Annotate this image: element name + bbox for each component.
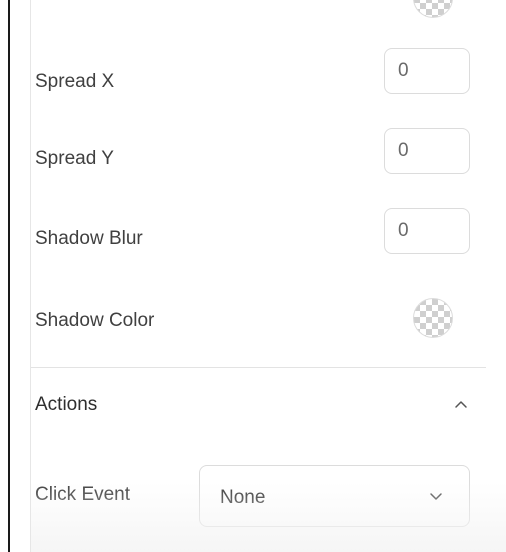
click-event-label: Click Event [35,484,131,505]
shadow-blur-input[interactable]: 0 [384,208,470,254]
spread-x-row: Spread X 0 [35,48,506,108]
shadow-color-row: Shadow Color [35,290,506,350]
chevron-up-icon[interactable] [453,396,469,412]
section-divider [31,367,486,368]
spread-x-label: Spread X [35,71,115,92]
click-event-select[interactable]: None [199,465,470,527]
spread-y-label: Spread Y [35,148,114,169]
spread-x-input[interactable]: 0 [384,48,470,94]
window-edge-divider [8,0,10,552]
properties-panel: Spread X 0 Spread Y 0 Shadow Blur 0 Shad… [31,0,506,552]
shadow-blur-row: Shadow Blur 0 [35,208,506,268]
spread-y-input[interactable]: 0 [384,128,470,174]
spread-y-row: Spread Y 0 [35,128,506,188]
actions-section-title: Actions [35,394,98,415]
top-color-swatch[interactable] [413,0,453,18]
shadow-color-label: Shadow Color [35,310,155,331]
shadow-blur-label: Shadow Blur [35,228,143,249]
chevron-down-icon [430,493,442,500]
click-event-value: None [220,487,266,508]
shadow-color-swatch-icon[interactable] [413,298,453,338]
